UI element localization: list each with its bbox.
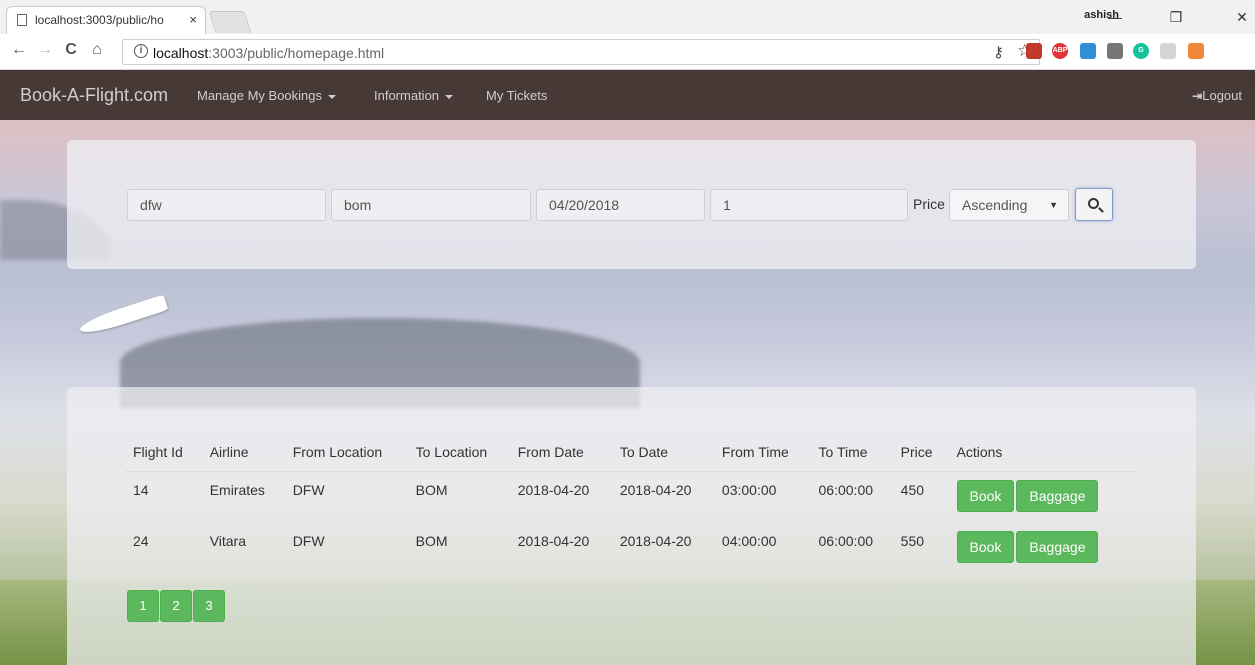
- baggage-button[interactable]: Baggage: [1016, 530, 1099, 563]
- page-button[interactable]: 1: [127, 590, 159, 622]
- browser-tab[interactable]: localhost:3003/public/ho ×: [6, 6, 206, 34]
- sort-value: Ascending: [962, 197, 1028, 213]
- date-input[interactable]: [536, 189, 705, 221]
- column-header: To Location: [407, 431, 510, 472]
- grammarly-extension-icon[interactable]: G: [1133, 43, 1149, 59]
- logout-link[interactable]: ⇥Logout: [1192, 88, 1242, 103]
- table-cell: 04:00:00: [721, 532, 777, 549]
- table-cell: Vitara: [209, 532, 247, 549]
- table-cell: DFW: [284, 471, 408, 523]
- to-input[interactable]: [331, 189, 531, 221]
- table-cell: 03:00:00: [713, 471, 811, 523]
- actions-cell: Book Baggage: [949, 522, 1136, 573]
- column-header: Price: [892, 431, 949, 472]
- caret-down-icon: [328, 94, 337, 99]
- screen-extension-icon[interactable]: [1080, 43, 1096, 59]
- price-sort-select[interactable]: Ascending ▼: [949, 189, 1069, 221]
- close-window-button[interactable]: ✕: [1222, 4, 1255, 30]
- nav-my-tickets[interactable]: My Tickets: [486, 88, 547, 103]
- baggage-button[interactable]: Baggage: [1016, 479, 1099, 512]
- flights-table: Flight Id Airline From Location To Location…: [125, 431, 1135, 573]
- table-row: 24 Vitara DFW BOM 2018-04-20 2018-04-20 04:00:…: [125, 522, 1135, 573]
- book-button[interactable]: Book: [956, 479, 1015, 512]
- info-icon[interactable]: i: [134, 44, 148, 58]
- table-cell: BOM: [415, 532, 448, 549]
- home-icon[interactable]: ⌂: [86, 41, 108, 59]
- dropdown-arrow-icon: ▼: [1049, 200, 1058, 210]
- back-icon[interactable]: ←: [8, 41, 30, 59]
- reload-icon[interactable]: C: [60, 41, 82, 59]
- browser-tab-bar: localhost:3003/public/ho × ashish — ❐ ✕: [0, 0, 1255, 34]
- table-cell: 450: [892, 471, 949, 523]
- table-cell: 550: [900, 532, 925, 549]
- page-icon: [17, 14, 27, 26]
- results-panel: Flight Id Airline From Location To Location…: [67, 387, 1196, 665]
- forward-icon[interactable]: →: [34, 41, 56, 59]
- column-header: From Time: [713, 431, 811, 472]
- url-text: localhost:3003/public/homepage.html: [153, 45, 385, 61]
- page-button[interactable]: 3: [193, 590, 225, 622]
- restore-button[interactable]: ❐: [1156, 4, 1196, 30]
- column-header: To Date: [611, 431, 714, 472]
- nav-manage-bookings[interactable]: Manage My Bookings: [197, 88, 337, 103]
- brand-logo[interactable]: Book-A-Flight.com: [20, 85, 168, 106]
- table-cell: DFW: [292, 532, 325, 549]
- column-header: Airline: [201, 431, 285, 472]
- color-extension-icon[interactable]: [1188, 43, 1204, 59]
- search-panel: Price Ascending ▼: [67, 140, 1196, 269]
- caret-down-icon: [445, 94, 454, 99]
- actions-cell: Book Baggage: [948, 471, 1135, 523]
- table-cell: 2018-04-20: [619, 532, 692, 549]
- table-cell: 14: [125, 471, 202, 523]
- pagination: 123: [127, 590, 226, 622]
- column-header: Actions: [948, 431, 1135, 472]
- table-header-row: Flight Id Airline From Location To Location…: [125, 431, 1135, 472]
- table-row: 14 Emirates DFW BOM 2018-04-20 2018-04-20 03:0…: [125, 471, 1135, 523]
- table-cell: BOM: [407, 471, 510, 523]
- table-cell: Emirates: [201, 471, 285, 523]
- logout-icon: ⇥: [1192, 89, 1203, 103]
- table-cell: 24: [133, 532, 149, 549]
- table-cell: 2018-04-20: [611, 471, 714, 523]
- passengers-input[interactable]: [710, 189, 908, 221]
- search-icon: [1088, 198, 1099, 209]
- column-header: To Time: [810, 431, 893, 472]
- key-icon[interactable]: ⚷: [993, 43, 1004, 61]
- minimize-button[interactable]: —: [1095, 4, 1135, 30]
- from-input[interactable]: [127, 189, 326, 221]
- link-extension-icon[interactable]: [1160, 43, 1176, 59]
- tab-title: localhost:3003/public/ho: [35, 13, 164, 27]
- price-label: Price: [913, 196, 945, 212]
- column-header: From Location: [284, 431, 408, 472]
- search-button[interactable]: [1075, 188, 1113, 221]
- adblock-extension-icon[interactable]: ABP: [1052, 43, 1068, 59]
- bookmark-extension-icon[interactable]: [1026, 43, 1042, 59]
- square-extension-icon[interactable]: [1107, 43, 1123, 59]
- table-cell: 2018-04-20: [517, 532, 590, 549]
- new-tab-button[interactable]: [208, 11, 252, 33]
- page-button[interactable]: 2: [160, 590, 192, 622]
- column-header: From Date: [509, 431, 612, 472]
- book-button[interactable]: Book: [956, 530, 1015, 563]
- column-header: Flight Id: [125, 431, 202, 472]
- nav-information[interactable]: Information: [374, 88, 454, 103]
- url-field[interactable]: i localhost:3003/public/homepage.html ⚷ …: [122, 39, 1040, 65]
- table-cell: 06:00:00: [810, 471, 893, 523]
- airplane-image: [77, 294, 169, 338]
- table-cell: 2018-04-20: [509, 471, 612, 523]
- tab-close-icon[interactable]: ×: [189, 12, 197, 27]
- page-background: Book-A-Flight.com Manage My Bookings Inf…: [0, 70, 1255, 665]
- top-navbar: Book-A-Flight.com Manage My Bookings Inf…: [0, 70, 1255, 120]
- table-cell: 06:00:00: [818, 532, 874, 549]
